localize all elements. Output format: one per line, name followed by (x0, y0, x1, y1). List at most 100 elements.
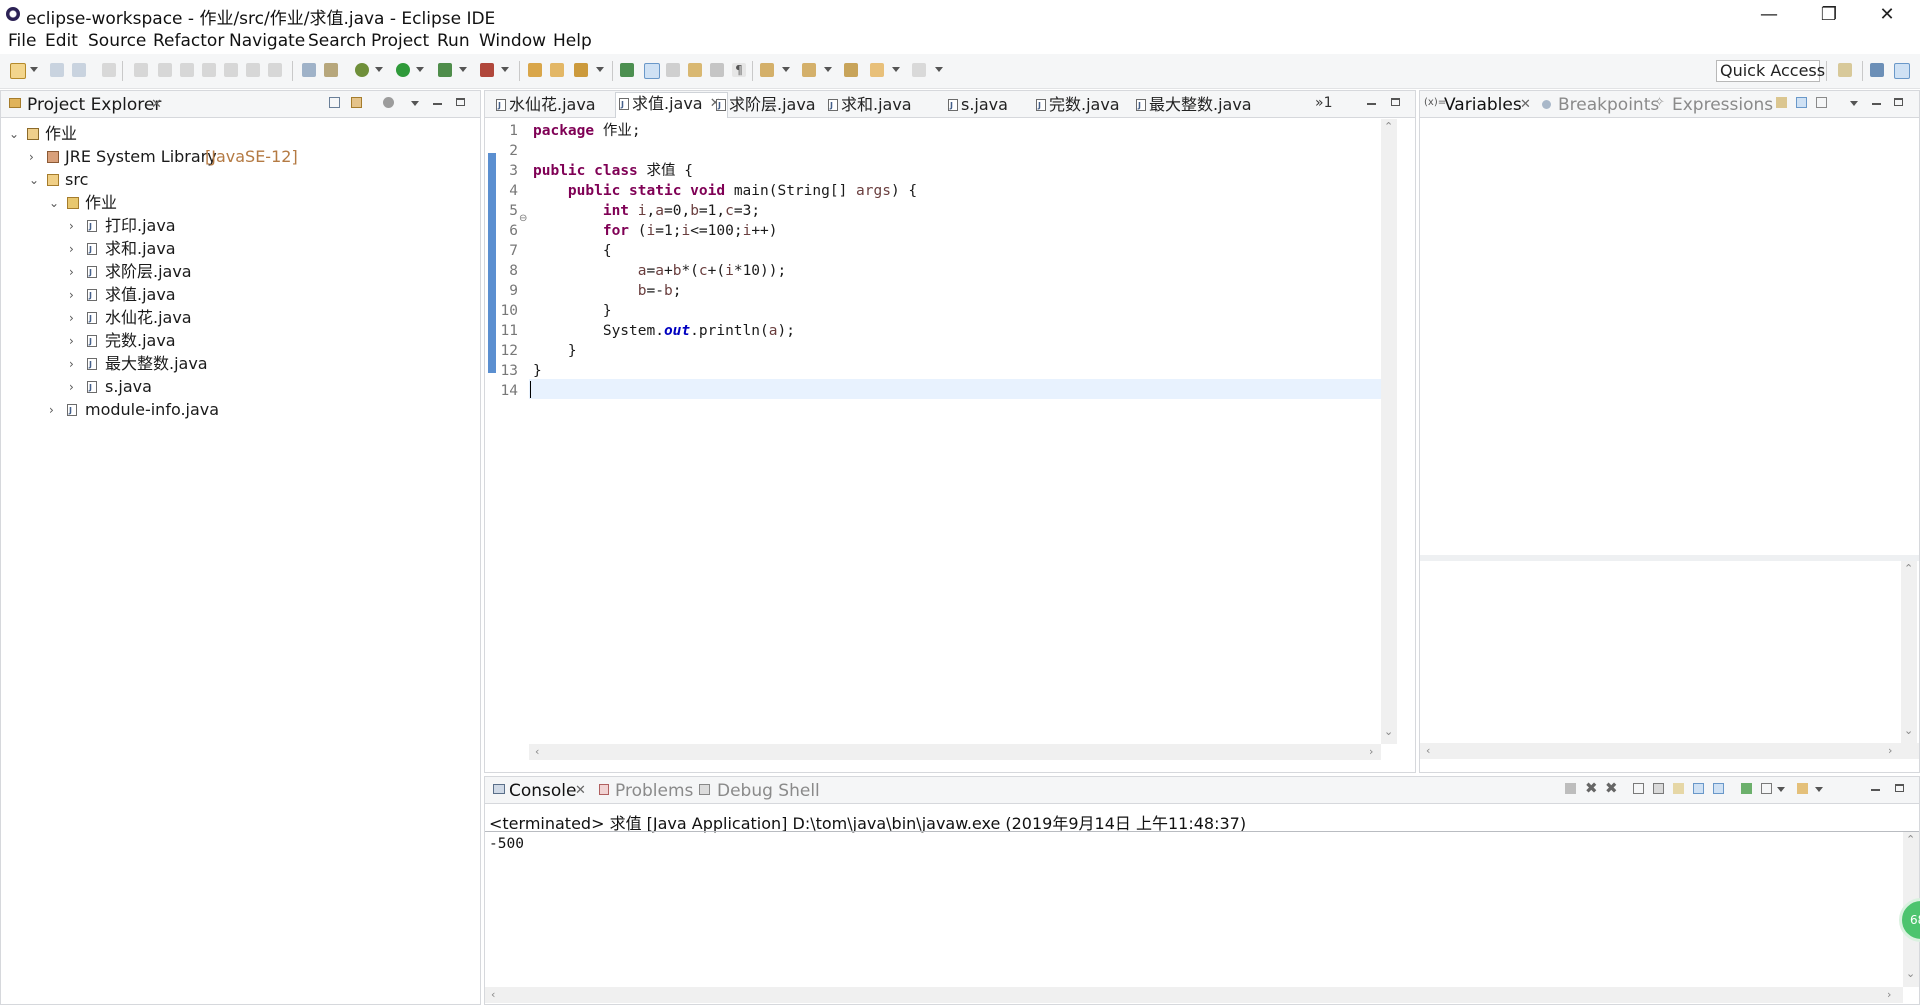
details-scroll-up-icon[interactable]: ⌃ (1904, 562, 1913, 575)
variables-view-menu-icon[interactable] (1850, 101, 1858, 106)
details-scroll-right-icon[interactable]: › (1888, 744, 1892, 757)
open-console-icon[interactable] (1797, 783, 1808, 794)
editor-tab[interactable]: 求阶层.java (713, 94, 824, 117)
quick-access-input[interactable]: Quick Access (1716, 60, 1825, 82)
show-console-on-stdout-icon[interactable] (1693, 783, 1704, 794)
tab-variables[interactable]: Variables (1444, 95, 1522, 115)
details-vertical-scrollbar[interactable]: ⌃ ⌄ (1901, 561, 1917, 743)
menu-project[interactable]: Project (371, 31, 429, 51)
tab-debug-shell[interactable]: Debug Shell (717, 781, 820, 801)
forward-icon[interactable] (912, 63, 926, 77)
console-horizontal-scrollbar[interactable]: ‹ › (485, 987, 1903, 1003)
menu-search[interactable]: Search (308, 31, 366, 51)
editor-tab[interactable]: 最大整数.java (1133, 94, 1260, 117)
external-tools-caret[interactable] (501, 67, 509, 72)
restore-button[interactable]: ❐ (1806, 0, 1852, 30)
maximize-view-button[interactable] (456, 98, 465, 106)
new-icon[interactable] (10, 63, 26, 79)
next-annotation-caret[interactable] (782, 67, 790, 72)
display-selected-console-icon[interactable] (1761, 783, 1772, 794)
console-output[interactable]: -500 (489, 834, 1899, 974)
expand-right-icon[interactable]: › (69, 261, 74, 283)
external-tools-icon[interactable] (480, 63, 494, 77)
previous-annotation-icon[interactable] (802, 63, 816, 77)
scroll-right-arrow-icon[interactable]: › (1369, 745, 1373, 758)
minimize-view-button[interactable] (433, 103, 442, 105)
minimize-button[interactable]: — (1746, 0, 1792, 30)
menu-edit[interactable]: Edit (45, 31, 78, 51)
close-console-icon[interactable]: ✕ (575, 783, 586, 798)
fold-collapse-icon[interactable]: ⊖ (519, 213, 527, 224)
step-return-icon[interactable] (268, 63, 282, 77)
collapse-all-variables-icon[interactable] (1816, 97, 1827, 108)
details-scroll-left-icon[interactable]: ‹ (1426, 744, 1430, 757)
variable-details-area[interactable] (1420, 561, 1901, 743)
more-tabs-button[interactable]: »1 (1315, 95, 1332, 111)
next-annotation-icon[interactable] (620, 63, 634, 77)
tab-problems[interactable]: Problems (615, 781, 693, 801)
suspend-icon[interactable] (158, 63, 172, 77)
resume-icon[interactable] (134, 63, 148, 77)
step-into-icon[interactable] (224, 63, 238, 77)
pin-console-icon[interactable] (1741, 783, 1752, 794)
console-scroll-left-icon[interactable]: ‹ (491, 988, 495, 1001)
open-type-icon[interactable] (550, 63, 564, 77)
open-perspective-icon[interactable] (1838, 63, 1852, 77)
editor-tab[interactable]: 求值.java✕ (615, 92, 728, 118)
menu-run[interactable]: Run (437, 31, 470, 51)
search-icon[interactable] (574, 63, 588, 77)
close-project-explorer-icon[interactable]: ✕ (151, 97, 162, 112)
scroll-lock-icon[interactable] (1653, 783, 1664, 794)
editor-horizontal-scrollbar[interactable]: ‹ › (529, 744, 1381, 760)
expand-right-icon[interactable]: › (69, 238, 74, 260)
view-menu-icon[interactable] (411, 101, 419, 106)
back-dropdown-caret[interactable] (892, 67, 900, 72)
editor-vertical-scrollbar[interactable]: ⌃ ⌄ (1381, 119, 1397, 744)
console-scroll-down-icon[interactable]: ⌄ (1906, 967, 1915, 980)
disconnect-icon[interactable] (202, 63, 216, 77)
maximize-console-button[interactable] (1895, 784, 1904, 792)
debug-dropdown-caret[interactable] (375, 67, 383, 72)
word-wrap-icon[interactable] (1673, 783, 1684, 794)
run-dropdown-caret[interactable] (416, 67, 424, 72)
next-annotation-nav-icon[interactable] (760, 63, 774, 77)
collapse-all-icon[interactable] (329, 97, 340, 108)
toggle-block-selection-icon[interactable] (666, 63, 680, 77)
menu-source[interactable]: Source (88, 31, 146, 51)
expand-right-icon[interactable]: › (69, 215, 74, 237)
save-all-icon[interactable] (72, 63, 86, 77)
editor-tab[interactable]: 求和.java (825, 94, 920, 117)
new-dropdown-caret[interactable] (30, 67, 38, 72)
toggle-breadcrumb-icon[interactable] (688, 63, 702, 77)
debug-perspective-icon[interactable] (1894, 63, 1910, 79)
show-logical-structure-icon[interactable] (1796, 97, 1807, 108)
maximize-editor-button[interactable] (1391, 98, 1400, 106)
expand-right-icon[interactable]: › (69, 376, 74, 398)
expand-right-icon[interactable]: › (69, 330, 74, 352)
show-type-names-icon[interactable] (1776, 97, 1787, 108)
scroll-down-arrow-icon[interactable]: ⌄ (1384, 725, 1393, 738)
remove-all-terminated-icon[interactable]: ✖ (1605, 779, 1618, 797)
editor-tab[interactable]: 完数.java (1033, 94, 1128, 117)
java-perspective-icon[interactable] (1870, 63, 1884, 77)
clear-console-icon[interactable] (1633, 783, 1644, 794)
paragraph-icon[interactable]: ¶ (732, 63, 746, 77)
expand-down-icon[interactable]: ⌄ (29, 169, 39, 191)
minimize-console-button[interactable] (1871, 789, 1880, 791)
save-icon[interactable] (50, 63, 64, 77)
expand-down-icon[interactable]: ⌄ (49, 192, 59, 214)
show-whitespace-icon[interactable] (710, 63, 724, 77)
last-edit-location-icon[interactable] (844, 63, 858, 77)
expand-right-icon[interactable]: › (69, 284, 74, 306)
display-console-caret[interactable] (1777, 787, 1785, 792)
console-scroll-right-icon[interactable]: › (1887, 988, 1891, 1001)
open-console-caret[interactable] (1815, 787, 1823, 792)
code-area[interactable]: package 作业; public class 求值 { public stat… (529, 119, 1391, 744)
open-console-icon[interactable] (302, 63, 316, 77)
terminate-icon[interactable] (180, 63, 194, 77)
expand-right-icon[interactable]: › (49, 399, 54, 421)
previous-annotation-caret[interactable] (824, 67, 832, 72)
expand-right-icon[interactable]: › (69, 353, 74, 375)
close-window-button[interactable]: ✕ (1864, 0, 1910, 30)
scroll-left-arrow-icon[interactable]: ‹ (535, 745, 539, 758)
